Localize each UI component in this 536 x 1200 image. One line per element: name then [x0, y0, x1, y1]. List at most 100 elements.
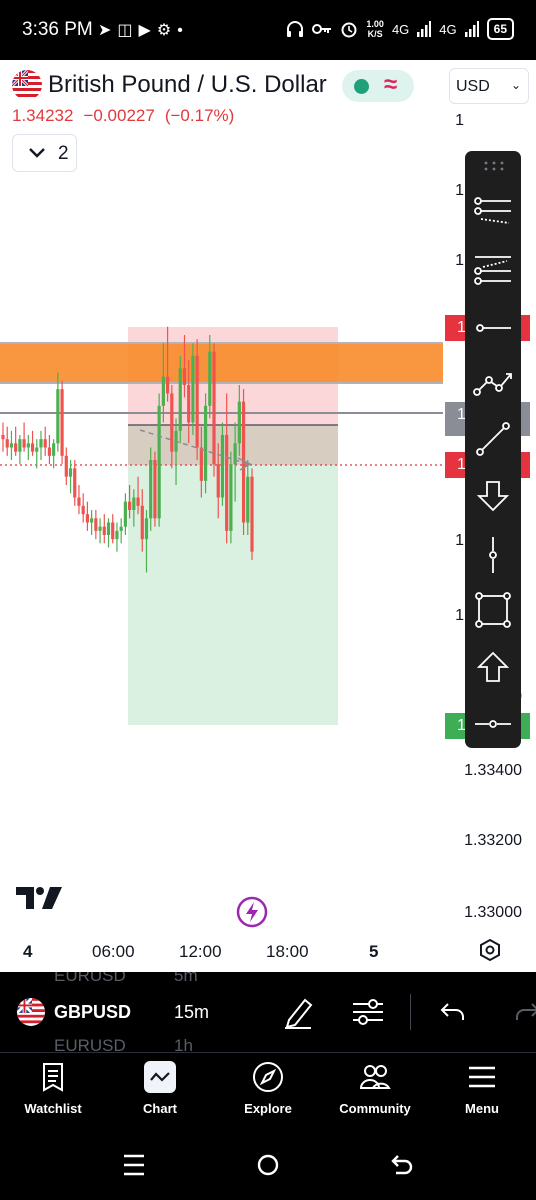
- arrow-mark-up-icon[interactable]: [473, 647, 513, 687]
- alarm-icon: [341, 22, 357, 38]
- home-icon[interactable]: [256, 1152, 280, 1178]
- rectangle-icon[interactable]: [473, 590, 513, 630]
- candle-body: [157, 405, 161, 519]
- ghost-symbol-below: EURUSD: [54, 1036, 126, 1052]
- nav-menu[interactable]: Menu: [432, 1061, 532, 1116]
- candle-body: [102, 526, 106, 535]
- headphones-icon: [287, 21, 304, 37]
- market-status-pill[interactable]: ≈: [342, 70, 414, 102]
- nav-label-menu: Menu: [465, 1101, 499, 1116]
- candle-body: [18, 439, 22, 452]
- chart-area[interactable]: British Pound / U.S. Dollar ≈ USD ⌄ 1.34…: [0, 60, 536, 972]
- symbol-name[interactable]: GBPUSD: [54, 1002, 131, 1023]
- tilde-wave-icon: ≈: [384, 71, 398, 98]
- candle-body: [119, 526, 123, 531]
- candle-body: [191, 355, 195, 423]
- path-icon[interactable]: [473, 364, 513, 404]
- candle-body: [94, 518, 98, 531]
- chart-settings-icon[interactable]: [478, 938, 502, 962]
- candle-body: [170, 393, 174, 452]
- time-axis-label: 4: [23, 942, 33, 961]
- candle-body: [250, 476, 254, 552]
- symbol-title[interactable]: British Pound / U.S. Dollar: [48, 71, 327, 99]
- symbol-header[interactable]: British Pound / U.S. Dollar: [12, 70, 327, 100]
- interval-selector[interactable]: 15m: [174, 1002, 209, 1023]
- candle-body: [115, 530, 119, 540]
- candle-body: [149, 460, 153, 519]
- candle-body: [9, 443, 14, 448]
- candle-body: [30, 443, 35, 452]
- horizontal-ray-icon[interactable]: [473, 308, 513, 348]
- chevron-down-icon: [29, 148, 45, 158]
- candle-body: [203, 405, 208, 481]
- undo-icon[interactable]: [438, 994, 468, 1030]
- nav-explore[interactable]: Explore: [218, 1061, 318, 1116]
- time-axis-label: 18:00: [266, 942, 309, 961]
- network-2: 4G: [439, 21, 457, 37]
- price-axis-label: 1.33000: [464, 904, 522, 921]
- pencil-draw-icon[interactable]: [281, 994, 315, 1030]
- lightning-replay-icon[interactable]: [236, 896, 268, 928]
- recent-apps-icon[interactable]: [122, 1152, 146, 1178]
- candle-body: [39, 439, 43, 448]
- status-time: 3:36 PM: [22, 19, 93, 40]
- candle-body: [47, 447, 52, 456]
- candle-body: [144, 518, 149, 540]
- indicators-toggle-button[interactable]: 2: [12, 134, 77, 172]
- dot-icon: •: [177, 22, 189, 39]
- compass-icon: [253, 1062, 283, 1092]
- indicator-settings-icon[interactable]: [351, 994, 385, 1030]
- back-icon[interactable]: [390, 1152, 414, 1178]
- arrow-mark-down-icon[interactable]: [473, 476, 513, 516]
- ghost-interval-above: 5m: [174, 972, 198, 985]
- hamburger-icon: [469, 1066, 495, 1088]
- currency-selector[interactable]: USD ⌄: [449, 68, 529, 104]
- symbol-interval-bar[interactable]: EURUSD 5m GBPUSD 15m EURUSD 1h: [0, 972, 536, 1052]
- toolbar-divider: [410, 994, 411, 1030]
- status-left-icons: ➤◫▶⚙•: [98, 20, 189, 40]
- system-navigation-bar[interactable]: [0, 1136, 536, 1200]
- telegram-icon: ➤: [98, 22, 118, 39]
- bottom-navigation[interactable]: Watchlist Chart Explore Community Menu: [0, 1052, 536, 1136]
- horizontal-line-icon[interactable]: [473, 704, 513, 744]
- trend-fib-extension-icon[interactable]: [473, 249, 513, 289]
- nav-community[interactable]: Community: [325, 1061, 425, 1116]
- tradingview-logo-icon: [16, 887, 62, 909]
- candle-body: [229, 464, 233, 531]
- redo-icon[interactable]: [512, 994, 536, 1030]
- candle-body: [52, 443, 56, 456]
- nav-label-community: Community: [339, 1101, 411, 1116]
- drag-handle-icon[interactable]: [483, 161, 505, 171]
- candle-body: [136, 497, 140, 506]
- chevron-down-icon: ⌄: [510, 78, 521, 92]
- candle-body: [208, 351, 212, 406]
- signal-icon-2: [464, 21, 479, 37]
- candle-body: [77, 497, 81, 506]
- candle-body: [128, 501, 132, 510]
- key-icon: [312, 24, 332, 34]
- time-axis-label: 12:00: [179, 942, 222, 961]
- fib-retracement-icon[interactable]: [473, 191, 513, 231]
- candle-body: [220, 435, 225, 498]
- indicator-count: 2: [58, 143, 69, 164]
- vertical-line-icon[interactable]: [473, 535, 513, 575]
- nav-label-explore: Explore: [244, 1101, 292, 1116]
- market-open-dot-icon: [354, 79, 369, 94]
- people-icon: [359, 1065, 391, 1089]
- nav-chart[interactable]: Chart: [110, 1061, 210, 1116]
- candle-body: [212, 351, 216, 465]
- nav-watchlist[interactable]: Watchlist: [3, 1061, 103, 1116]
- candle-body: [81, 505, 85, 515]
- candle-body: [123, 501, 127, 527]
- candle-body: [161, 376, 165, 406]
- trend-line-icon[interactable]: [473, 419, 513, 459]
- candle-body: [153, 460, 157, 519]
- candle-body: [132, 497, 136, 510]
- ghost-interval-below: 1h: [174, 1036, 193, 1052]
- gbp-usd-flag-icon: [12, 70, 42, 100]
- network-1: 4G: [391, 21, 410, 37]
- drawing-toolbar[interactable]: [465, 151, 521, 748]
- candle-body: [98, 526, 102, 531]
- signal-icon: [417, 21, 432, 37]
- candle-body: [246, 476, 250, 523]
